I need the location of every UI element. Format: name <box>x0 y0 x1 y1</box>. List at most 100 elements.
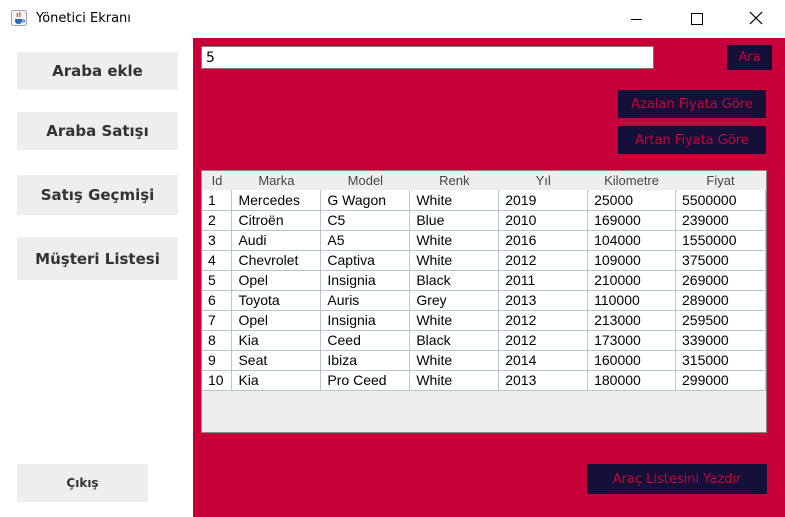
table-cell[interactable]: 2012 <box>498 250 589 271</box>
table-cell[interactable]: 6 <box>202 290 233 311</box>
table-cell[interactable]: Insignia <box>320 270 411 291</box>
table-row[interactable]: 1 Mercedes G Wagon White 2019 25000 5500000 <box>202 190 766 211</box>
table-cell[interactable]: 210000 <box>587 270 676 291</box>
table-cell[interactable]: 2014 <box>498 350 589 371</box>
table-cell[interactable]: 7 <box>202 310 233 331</box>
table-cell[interactable]: 4 <box>202 250 233 271</box>
table-cell[interactable]: Citroën <box>231 210 322 231</box>
table-cell[interactable]: 109000 <box>587 250 676 271</box>
table-cell[interactable]: 104000 <box>587 230 676 251</box>
table-cell[interactable]: White <box>409 370 500 391</box>
table-cell[interactable]: Black <box>409 330 500 351</box>
column-header-marka[interactable]: Marka <box>231 171 321 190</box>
table-row[interactable]: 10 Kia Pro Ceed White 2013 180000 299000 <box>202 370 766 391</box>
table-cell[interactable]: 339000 <box>675 330 766 351</box>
table-cell[interactable]: White <box>409 350 500 371</box>
table-cell[interactable]: A5 <box>320 230 411 251</box>
table-cell[interactable]: 5500000 <box>675 190 766 211</box>
add-car-button[interactable]: Araba ekle <box>17 52 178 90</box>
table-cell[interactable]: Opel <box>231 270 322 291</box>
table-cell[interactable]: 10 <box>202 370 233 391</box>
column-header-kilometre[interactable]: Kilometre <box>587 171 676 190</box>
table-cell[interactable]: 2016 <box>498 230 589 251</box>
table-cell[interactable]: C5 <box>320 210 411 231</box>
column-header-renk[interactable]: Renk <box>409 171 499 190</box>
table-row[interactable]: 8 Kia Ceed Black 2012 173000 339000 <box>202 330 766 351</box>
table-row[interactable]: 9 Seat Ibiza White 2014 160000 315000 <box>202 350 766 371</box>
table-cell[interactable]: 3 <box>202 230 233 251</box>
table-cell[interactable]: 2013 <box>498 370 589 391</box>
print-car-list-button[interactable]: Araç Listesini Yazdır <box>587 464 767 494</box>
table-row[interactable]: 2 Citroën C5 Blue 2010 169000 239000 <box>202 210 766 231</box>
table-cell[interactable]: 239000 <box>675 210 766 231</box>
table-cell[interactable]: Ibiza <box>320 350 411 371</box>
table-cell[interactable]: White <box>409 190 500 211</box>
close-button[interactable] <box>733 0 779 38</box>
table-cell[interactable]: Black <box>409 270 500 291</box>
car-table-container[interactable]: Id Marka Model Renk Yıl Kilometre Fiyat … <box>201 170 767 433</box>
table-cell[interactable]: 160000 <box>587 350 676 371</box>
table-cell[interactable]: Pro Ceed <box>320 370 411 391</box>
column-header-model[interactable]: Model <box>320 171 410 190</box>
table-cell[interactable]: 1 <box>202 190 233 211</box>
table-cell[interactable]: 1550000 <box>675 230 766 251</box>
table-cell[interactable]: Blue <box>409 210 500 231</box>
table-row[interactable]: 4 Chevrolet Captiva White 2012 109000 375000 <box>202 250 766 271</box>
table-cell[interactable]: Seat <box>231 350 322 371</box>
minimize-button[interactable] <box>614 0 660 38</box>
customer-list-button[interactable]: Müşteri Listesi <box>17 237 178 280</box>
table-row[interactable]: 6 Toyota Auris Grey 2013 110000 289000 <box>202 290 766 311</box>
table-cell[interactable]: White <box>409 250 500 271</box>
table-cell[interactable]: 169000 <box>587 210 676 231</box>
table-cell[interactable]: 2010 <box>498 210 589 231</box>
table-cell[interactable]: 375000 <box>675 250 766 271</box>
sort-price-desc-button[interactable]: Azalan Fiyata Göre <box>618 90 766 118</box>
search-button[interactable]: Ara <box>727 45 772 70</box>
table-cell[interactable]: Kia <box>231 330 322 351</box>
table-cell[interactable]: Insignia <box>320 310 411 331</box>
table-cell[interactable]: Grey <box>409 290 500 311</box>
table-cell[interactable]: White <box>409 310 500 331</box>
exit-button[interactable]: Çıkış <box>17 464 148 502</box>
table-cell[interactable]: Chevrolet <box>231 250 322 271</box>
car-sale-button[interactable]: Araba Satışı <box>17 112 178 150</box>
table-cell[interactable]: 25000 <box>587 190 676 211</box>
table-cell[interactable]: 2012 <box>498 310 589 331</box>
table-cell[interactable]: Ceed <box>320 330 411 351</box>
search-input[interactable] <box>201 46 654 69</box>
table-cell[interactable]: 213000 <box>587 310 676 331</box>
table-cell[interactable]: 173000 <box>587 330 676 351</box>
table-cell[interactable]: 8 <box>202 330 233 351</box>
table-cell[interactable]: Mercedes <box>231 190 322 211</box>
column-header-yil[interactable]: Yıl <box>498 171 588 190</box>
table-cell[interactable]: 2013 <box>498 290 589 311</box>
table-cell[interactable]: Kia <box>231 370 322 391</box>
table-cell[interactable]: Auris <box>320 290 411 311</box>
table-cell[interactable]: Audi <box>231 230 322 251</box>
sort-price-asc-button[interactable]: Artan Fiyata Göre <box>618 126 766 154</box>
column-header-fiyat[interactable]: Fiyat <box>675 171 766 190</box>
table-cell[interactable]: 2 <box>202 210 233 231</box>
table-cell[interactable]: 9 <box>202 350 233 371</box>
table-cell[interactable]: 289000 <box>675 290 766 311</box>
table-cell[interactable]: 2012 <box>498 330 589 351</box>
table-cell[interactable]: Captiva <box>320 250 411 271</box>
maximize-button[interactable] <box>674 0 720 38</box>
table-cell[interactable]: White <box>409 230 500 251</box>
table-cell[interactable]: Toyota <box>231 290 322 311</box>
table-cell[interactable]: 180000 <box>587 370 676 391</box>
table-cell[interactable]: G Wagon <box>320 190 411 211</box>
column-header-id[interactable]: Id <box>202 171 232 190</box>
sales-history-button[interactable]: Satış Geçmişi <box>17 175 178 215</box>
table-row[interactable]: 3 Audi A5 White 2016 104000 1550000 <box>202 230 766 251</box>
table-cell[interactable]: 5 <box>202 270 233 291</box>
table-cell[interactable]: 2011 <box>498 270 589 291</box>
table-row[interactable]: 5 Opel Insignia Black 2011 210000 269000 <box>202 270 766 291</box>
table-cell[interactable]: 259500 <box>675 310 766 331</box>
table-cell[interactable]: 269000 <box>675 270 766 291</box>
table-cell[interactable]: Opel <box>231 310 322 331</box>
table-cell[interactable]: 2019 <box>498 190 589 211</box>
table-cell[interactable]: 110000 <box>587 290 676 311</box>
table-row[interactable]: 7 Opel Insignia White 2012 213000 259500 <box>202 310 766 331</box>
table-cell[interactable]: 315000 <box>675 350 766 371</box>
